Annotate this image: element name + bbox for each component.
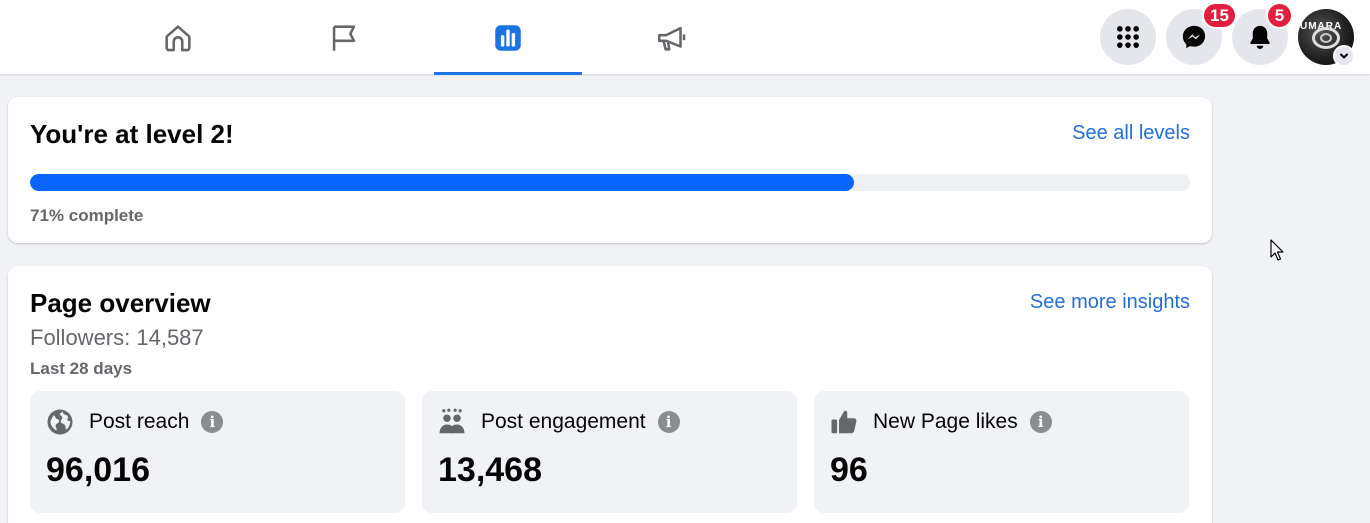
notifications-button[interactable]: 5 xyxy=(1232,2,1293,65)
stat-post-reach[interactable]: Post reach i 96,016 xyxy=(30,391,405,513)
info-icon[interactable]: i xyxy=(657,411,680,433)
stat-post-engagement[interactable]: Post engagement i 13,468 xyxy=(422,391,797,513)
period-label: Last 28 days xyxy=(30,359,133,378)
thumbs-up-icon xyxy=(831,410,857,434)
mouse-cursor-icon xyxy=(1270,239,1284,261)
tab-pages[interactable] xyxy=(270,0,418,75)
messenger-icon xyxy=(1182,25,1206,49)
stat-label: New Page likes xyxy=(873,410,1018,433)
account-menu-button[interactable] xyxy=(1333,45,1355,67)
level-progress-bar xyxy=(30,174,1190,191)
see-all-levels-link[interactable]: See all levels xyxy=(1072,122,1190,145)
level-progress-fill xyxy=(30,174,854,191)
megaphone-icon xyxy=(657,26,686,51)
stat-label: Post reach xyxy=(89,410,190,433)
people-icon xyxy=(439,408,465,434)
notifications-badge: 5 xyxy=(1266,2,1293,29)
page-overview-title: Page overview xyxy=(30,288,211,318)
stat-value: 96,016 xyxy=(46,451,150,489)
messenger-button[interactable]: 15 xyxy=(1166,2,1237,65)
level-title: You're at level 2! xyxy=(30,119,234,149)
tab-insights[interactable] xyxy=(434,0,582,75)
stat-value: 13,468 xyxy=(438,451,542,489)
followers-count: Followers: 14,587 xyxy=(30,325,204,350)
info-icon[interactable]: i xyxy=(1029,411,1052,433)
level-card: You're at level 2! See all levels 71% co… xyxy=(8,97,1212,243)
messenger-badge: 15 xyxy=(1202,2,1237,29)
grid-menu-icon xyxy=(1117,26,1139,48)
page-overview-card: Page overview See more insights Follower… xyxy=(8,266,1212,523)
menu-button[interactable] xyxy=(1100,9,1156,65)
see-more-insights-link[interactable]: See more insights xyxy=(1030,291,1190,314)
avatar-decoration-inner xyxy=(1320,33,1332,43)
stat-new-page-likes[interactable]: New Page likes i 96 xyxy=(814,391,1189,513)
progress-text: 71% complete xyxy=(30,206,144,225)
top-navigation-bar: 15 5 UMARA xyxy=(0,0,1370,75)
home-icon xyxy=(165,24,191,51)
tab-ads[interactable] xyxy=(598,0,746,75)
chevron-down-icon xyxy=(1340,53,1348,59)
bell-icon xyxy=(1250,25,1270,50)
tab-home[interactable] xyxy=(104,0,252,75)
flag-icon xyxy=(332,24,356,51)
stat-value: 96 xyxy=(830,451,868,489)
stat-label: Post engagement xyxy=(481,410,646,433)
insights-icon xyxy=(495,24,521,51)
globe-icon xyxy=(47,409,73,435)
info-icon[interactable]: i xyxy=(201,411,224,433)
